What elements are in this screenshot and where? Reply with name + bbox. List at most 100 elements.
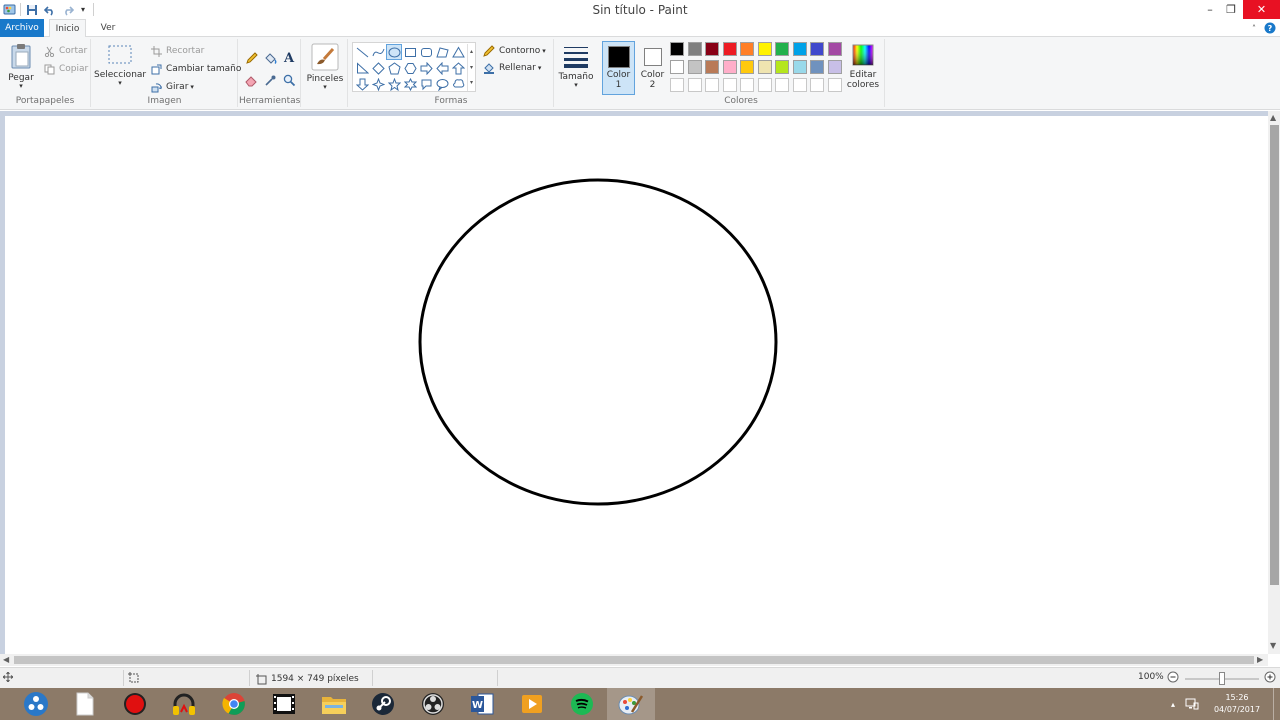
diamond-shape-icon[interactable] <box>370 60 386 76</box>
cut-button[interactable]: Cortar <box>42 44 87 58</box>
line-shape-icon[interactable] <box>354 44 370 60</box>
scroll-left-icon[interactable]: ◀ <box>3 655 9 664</box>
shapes-scroll-down-icon[interactable]: ▾ <box>468 60 475 76</box>
palette-swatch[interactable] <box>792 60 807 74</box>
shapes-expand-icon[interactable]: ▾ <box>468 76 475 90</box>
minimize-ribbon-icon[interactable]: ˄ <box>1248 19 1260 37</box>
zoom-out-button[interactable] <box>1167 671 1179 683</box>
palette-swatch[interactable] <box>827 78 842 92</box>
taskbar-explorer[interactable] <box>310 688 358 720</box>
vertical-scrollbar[interactable]: ▲ ▼ <box>1268 111 1280 654</box>
size-button[interactable]: Tamaño ▾ <box>557 43 595 89</box>
left-arrow-shape-icon[interactable] <box>434 60 450 76</box>
tab-home[interactable]: Inicio <box>49 19 86 38</box>
scroll-up-icon[interactable]: ▲ <box>1270 113 1276 122</box>
color2-button[interactable]: Color 2 <box>636 41 669 95</box>
fill-dropdown-icon[interactable]: ▾ <box>538 64 542 72</box>
eraser-icon[interactable] <box>243 72 259 88</box>
six-point-star-shape-icon[interactable] <box>402 76 418 92</box>
rectangle-shape-icon[interactable] <box>402 44 418 60</box>
shapes-scroll[interactable]: ▴ ▾ ▾ <box>467 44 475 91</box>
palette-swatch[interactable] <box>740 78 754 92</box>
palette-swatch[interactable] <box>670 60 684 74</box>
palette-swatch[interactable] <box>775 60 789 74</box>
rotate-button[interactable]: Girar ▾ <box>149 80 194 94</box>
palette-swatch[interactable] <box>670 42 684 56</box>
shapes-scroll-up-icon[interactable]: ▴ <box>468 44 475 60</box>
taskbar-obs[interactable] <box>409 688 457 720</box>
show-desktop-button[interactable] <box>1273 688 1280 720</box>
right-triangle-shape-icon[interactable] <box>354 60 370 76</box>
start-button[interactable] <box>12 688 60 720</box>
brushes-dropdown-icon[interactable]: ▾ <box>305 84 345 91</box>
paste-dropdown-icon[interactable]: ▾ <box>6 83 36 90</box>
close-button[interactable]: ✕ <box>1243 0 1280 19</box>
drawing-canvas[interactable] <box>5 116 1268 654</box>
tab-view[interactable]: Ver <box>91 19 125 37</box>
palette-swatch[interactable] <box>740 60 754 74</box>
taskbar-spotify[interactable] <box>558 688 606 720</box>
taskbar-clock[interactable]: 15:26 04/07/2017 <box>1204 692 1270 716</box>
taskbar-film[interactable] <box>260 688 308 720</box>
palette-swatch[interactable] <box>775 42 789 56</box>
select-button[interactable]: Seleccionar ▾ <box>94 43 146 87</box>
down-arrow-shape-icon[interactable] <box>354 76 370 92</box>
resize-button[interactable]: Cambiar tamaño <box>149 62 241 76</box>
palette-swatch[interactable] <box>757 78 772 92</box>
palette-swatch[interactable] <box>810 60 824 74</box>
fill-button[interactable]: Rellenar ▾ <box>482 61 541 75</box>
outline-button[interactable]: Contorno ▾ <box>482 44 546 58</box>
crop-button[interactable]: Recortar <box>149 44 204 58</box>
taskbar-record[interactable] <box>111 688 159 720</box>
polygon-shape-icon[interactable] <box>434 44 450 60</box>
oval-shape-icon[interactable] <box>386 44 402 60</box>
palette-swatch[interactable] <box>705 78 719 92</box>
palette-swatch[interactable] <box>687 42 702 56</box>
copy-button[interactable]: Copiar <box>42 62 88 76</box>
scroll-down-icon[interactable]: ▼ <box>1270 641 1276 650</box>
taskbar-paint[interactable] <box>607 688 655 720</box>
size-dropdown-icon[interactable]: ▾ <box>557 82 595 89</box>
five-point-star-shape-icon[interactable] <box>386 76 402 92</box>
up-arrow-shape-icon[interactable] <box>450 60 466 76</box>
fill-bucket-icon[interactable] <box>262 50 278 66</box>
pentagon-shape-icon[interactable] <box>386 60 402 76</box>
palette-swatch[interactable] <box>757 42 772 56</box>
taskbar-file[interactable] <box>61 688 109 720</box>
palette-swatch[interactable] <box>810 42 824 56</box>
palette-swatch[interactable] <box>705 42 719 56</box>
rotate-dropdown-icon[interactable]: ▾ <box>190 83 194 91</box>
color-picker-icon[interactable] <box>262 72 278 88</box>
palette-swatch[interactable] <box>827 42 842 56</box>
paste-button[interactable]: Pegar ▾ <box>6 42 36 90</box>
palette-swatch[interactable] <box>670 78 684 92</box>
four-point-star-shape-icon[interactable] <box>370 76 386 92</box>
show-hidden-icons[interactable]: ▴ <box>1166 688 1180 720</box>
select-dropdown-icon[interactable]: ▾ <box>94 80 146 87</box>
vertical-scroll-thumb[interactable] <box>1270 125 1279 585</box>
palette-swatch[interactable] <box>827 60 842 74</box>
brushes-button[interactable]: Pinceles ▾ <box>305 43 345 91</box>
palette-swatch[interactable] <box>740 42 754 56</box>
taskbar-video[interactable] <box>508 688 556 720</box>
palette-swatch[interactable] <box>722 78 737 92</box>
horizontal-scrollbar[interactable]: ◀ ▶ <box>0 654 1268 666</box>
taskbar-word[interactable]: W <box>458 688 506 720</box>
palette-swatch[interactable] <box>792 42 807 56</box>
magnifier-icon[interactable] <box>281 72 297 88</box>
text-tool-icon[interactable]: A <box>281 50 297 66</box>
triangle-shape-icon[interactable] <box>450 44 466 60</box>
outline-dropdown-icon[interactable]: ▾ <box>542 47 546 55</box>
edit-colors-button[interactable]: Editar colores <box>845 43 881 90</box>
right-arrow-shape-icon[interactable] <box>418 60 434 76</box>
tab-file[interactable]: Archivo <box>0 19 44 37</box>
help-icon[interactable]: ? <box>1263 19 1277 37</box>
horizontal-scroll-thumb[interactable] <box>14 656 1254 664</box>
palette-swatch[interactable] <box>722 60 737 74</box>
pencil-icon[interactable] <box>243 50 259 66</box>
zoom-slider-thumb[interactable] <box>1219 672 1225 685</box>
taskbar-headphones[interactable] <box>160 688 208 720</box>
curve-shape-icon[interactable] <box>370 44 386 60</box>
palette-swatch[interactable] <box>687 60 702 74</box>
palette-swatch[interactable] <box>792 78 807 92</box>
